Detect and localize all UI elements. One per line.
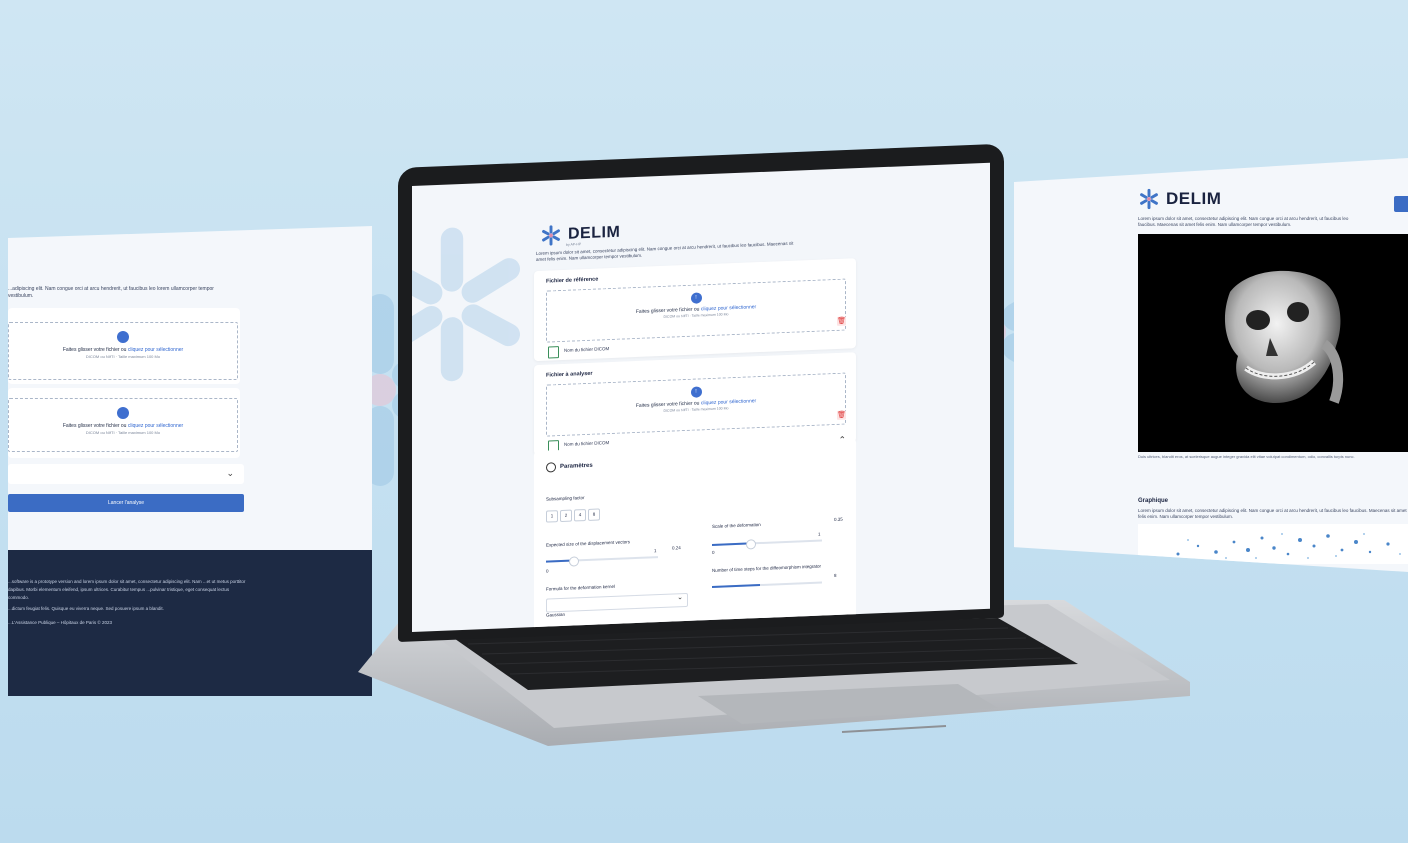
slider-handle[interactable] xyxy=(569,556,579,567)
header-action-button[interactable] xyxy=(1394,196,1408,212)
skull-render xyxy=(1224,270,1344,404)
deformation-scale-slider[interactable] xyxy=(712,539,822,550)
subsampling-option-8[interactable]: 8 xyxy=(588,508,600,521)
select-file-link[interactable]: cliquez pour sélectionner xyxy=(128,423,183,429)
parameters-title: Paramètres xyxy=(560,462,593,471)
graph-description: Lorem ipsum dolor sit amet, consectetur … xyxy=(1138,508,1407,519)
card-title: Fichier de référence xyxy=(546,276,599,285)
kernel-formula-label: Formula for the deformation kernel xyxy=(546,583,616,592)
file-name: Nom du fichier DICOM xyxy=(564,440,610,447)
drop-hint: DICOM ou NIfTI · Taille maximum 100 Mo xyxy=(85,354,161,359)
graph-nodes xyxy=(1176,533,1401,559)
dicom-file-icon xyxy=(548,346,559,359)
displacement-size-label: Expected size of the displacement vector… xyxy=(546,539,631,548)
analyze-dropzone[interactable]: ↑ Faites glisser votre fichier ou clique… xyxy=(546,372,846,437)
left-footer: ...software is a prototype version and l… xyxy=(8,550,372,696)
drop-hint: DICOM ou NIfTI · Taille maximum 100 Mo xyxy=(85,430,161,435)
network-graph[interactable] xyxy=(1138,524,1408,564)
drop-text: Faites glisser votre fichier ou xyxy=(62,347,127,353)
slider-min: 0 xyxy=(712,549,715,555)
subsampling-option-1[interactable]: 1 xyxy=(546,510,558,523)
left-analyze-card: Faites glisser votre fichier ou cliquez … xyxy=(8,388,240,458)
left-dropzone-analyze[interactable]: Faites glisser votre fichier ou cliquez … xyxy=(8,398,238,452)
slider-min: 0 xyxy=(546,568,549,574)
slider-handle[interactable] xyxy=(746,539,756,550)
slider-fill xyxy=(712,584,760,588)
left-app-panel: ...adipiscing elit. Nam congue orci at a… xyxy=(8,226,372,696)
upload-icon xyxy=(117,331,129,343)
parameters-panel: ⌃ Paramètres Subsampling factor 1 2 4 8 … xyxy=(534,435,856,632)
kernel-formula-select[interactable]: ⌄ xyxy=(546,592,688,613)
left-intro-text: ...adipiscing elit. Nam congue orci at a… xyxy=(8,286,214,299)
brand-name: DELIM xyxy=(568,223,621,243)
reference-file-card: Fichier de référence ↑ Faites glisser vo… xyxy=(534,258,856,362)
kernel-formula-value: Gaussian xyxy=(546,611,566,618)
logo[interactable]: DELIM by AP-HP xyxy=(540,222,620,247)
right-description: Lorem ipsum dolor sit amet, consectetur … xyxy=(1138,216,1349,227)
brand-name: DELIM xyxy=(1166,189,1222,208)
brand-subtitle: by AP-HP xyxy=(566,242,582,247)
chevron-down-icon: ⌄ xyxy=(226,468,234,478)
run-analysis-button[interactable]: Lancer l'analyse xyxy=(8,494,244,512)
graph-title: Graphique xyxy=(1138,498,1169,504)
left-params-accordion[interactable]: ⌄ xyxy=(8,464,244,484)
slider-max: 1 xyxy=(818,531,821,537)
upload-icon xyxy=(117,407,129,419)
footer-copyright: ...L'Assistance Publique – Hôpitaux de P… xyxy=(8,620,112,625)
displacement-size-slider[interactable] xyxy=(546,556,658,567)
subsampling-option-2[interactable]: 2 xyxy=(560,509,572,523)
time-steps-label: Number of time steps for the diffeomorph… xyxy=(712,563,821,573)
snowflake-logo-icon xyxy=(1140,188,1158,210)
displacement-size-value: 0.24 xyxy=(672,545,681,551)
card-title: Fichier à analyser xyxy=(546,370,593,379)
slider-fill xyxy=(712,542,750,546)
deformation-scale-label: Scale of the deformation xyxy=(712,521,761,529)
time-steps-slider[interactable] xyxy=(712,581,822,588)
chevron-up-icon[interactable]: ⌃ xyxy=(838,435,846,446)
subsampling-option-4[interactable]: 4 xyxy=(574,509,586,522)
upload-icon: ↑ xyxy=(690,292,702,304)
viewer-caption: Duis ultrices, blandit eros, at sceleris… xyxy=(1138,454,1355,459)
slider-max: 1 xyxy=(654,548,657,554)
snowflake-logo-icon xyxy=(542,225,560,246)
logo[interactable]: DELIM xyxy=(1138,188,1221,210)
delete-file-icon[interactable]: 🗑 xyxy=(837,410,846,420)
background-snowflake-icon xyxy=(412,227,521,382)
left-dropzone-reference[interactable]: Faites glisser votre fichier ou cliquez … xyxy=(8,322,238,380)
deformation-scale-value: 0.35 xyxy=(834,516,843,523)
delete-file-icon[interactable]: 🗑 xyxy=(837,316,846,326)
time-steps-value: 8 xyxy=(834,572,837,579)
drop-text: Faites glisser votre fichier ou xyxy=(62,423,127,429)
upload-icon: ↑ xyxy=(690,386,702,398)
footer-text: ...software is a prototype version and l… xyxy=(8,579,246,600)
subsampling-label: Subsampling factor xyxy=(546,495,585,502)
select-file-link[interactable]: cliquez pour sélectionner xyxy=(128,347,183,353)
right-app-panel: DELIM Lorem ipsum dolor sit amet, consec… xyxy=(1014,158,1408,572)
reference-dropzone[interactable]: ↑ Faites glisser votre fichier ou clique… xyxy=(546,278,846,343)
laptop-screen: DELIM by AP-HP Lorem ipsum dolor sit ame… xyxy=(412,162,990,632)
footer-text: ...dictum feugiat felis. Quisque eu vive… xyxy=(8,606,164,611)
chevron-down-icon: ⌄ xyxy=(677,594,683,602)
gear-icon xyxy=(546,462,556,473)
file-name: Nom du fichier DICOM xyxy=(564,346,610,353)
left-reference-card: Faites glisser votre fichier ou cliquez … xyxy=(8,308,240,384)
3d-skull-viewer[interactable] xyxy=(1138,234,1408,452)
